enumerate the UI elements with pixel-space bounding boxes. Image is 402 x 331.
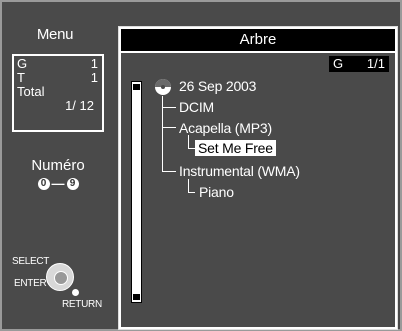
range-dash-icon: — [51, 176, 65, 191]
numero-keys: 0 — 9 [2, 176, 114, 192]
group-counter-label: G [17, 56, 28, 71]
enter-label: ENTER [14, 278, 47, 289]
track-counter-value: 1 [90, 70, 98, 85]
select-label: SELECT [12, 256, 50, 267]
tree-folder-instrumental[interactable]: Instrumental (WMA) [179, 163, 300, 179]
tree-branch-line [162, 107, 176, 108]
tree-branch-line [188, 135, 189, 149]
group-page-indicator: G 1/1 [329, 56, 389, 72]
tree-folder-set-me-free[interactable]: Set Me Free [195, 140, 276, 156]
tree-branch-line [188, 179, 189, 193]
return-label: RETURN [62, 299, 102, 310]
total-counter-label: Total [17, 84, 45, 99]
tree-branch-line [188, 148, 195, 149]
dpad-icon[interactable] [46, 263, 74, 291]
tree-folder-piano[interactable]: Piano [199, 184, 234, 200]
total-counter-value: 1/ 12 [65, 98, 94, 113]
numero-hint: Numéro 0 — 9 [2, 158, 114, 192]
key-0-icon: 0 [37, 178, 50, 190]
tree-branch-line [188, 192, 195, 193]
group-page-value: 1/1 [366, 56, 385, 71]
tree-title: Arbre [121, 29, 395, 51]
tree-folder-acapella[interactable]: Acapella (MP3) [179, 120, 272, 136]
tree-disc-item[interactable]: 26 Sep 2003 [179, 78, 256, 94]
tree-branch-line [162, 171, 176, 172]
dpad-center-icon[interactable] [54, 271, 68, 285]
scroll-up-icon[interactable] [133, 84, 140, 90]
tree-branch-line [162, 127, 176, 128]
tree-panel: Arbre G 1/1 26 Sep 2003 DCIM Acapella (M… [118, 26, 398, 330]
menu-title: Menu [36, 26, 74, 43]
track-counter-label: T [17, 70, 25, 85]
numero-label: Numéro [31, 157, 85, 174]
tree-scrollbar[interactable] [131, 81, 142, 303]
return-button-icon[interactable] [72, 289, 79, 296]
group-counter-row: G 1 [17, 57, 98, 71]
screen-frame: Menu G 1 T 1 Total 1/ 12 Numéro 0 — 9 SE… [0, 0, 402, 331]
group-counter-value: 1 [90, 56, 98, 71]
scroll-down-icon[interactable] [133, 294, 140, 300]
track-counter-row: T 1 [17, 71, 98, 85]
tree-folder-dcim[interactable]: DCIM [179, 99, 214, 115]
key-9-icon: 9 [66, 178, 79, 190]
disc-icon [155, 79, 171, 95]
counter-box: G 1 T 1 Total 1/ 12 [12, 54, 104, 132]
group-page-prefix: G [333, 56, 344, 71]
